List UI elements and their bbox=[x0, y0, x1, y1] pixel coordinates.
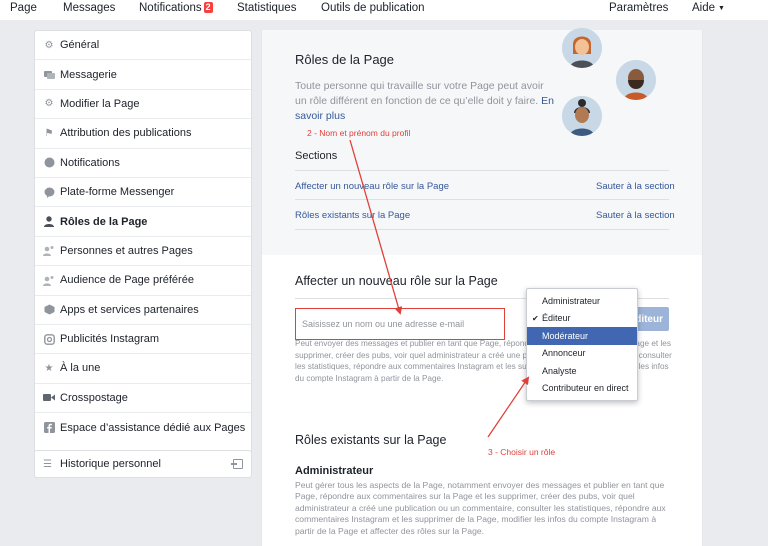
checkmark-icon: ✔ bbox=[532, 313, 539, 323]
facebook-icon bbox=[43, 422, 55, 434]
nav-notifications[interactable]: Notifications 2 bbox=[139, 2, 213, 14]
sidebar-item-label: À la une bbox=[60, 362, 101, 375]
role-option-label: Contributeur en direct bbox=[542, 383, 629, 394]
page-roles-title: Rôles de la Page bbox=[295, 52, 395, 67]
sidebar-item-label: Messagerie bbox=[60, 68, 117, 81]
sidebar-item-label: Personnes et autres Pages bbox=[60, 244, 193, 257]
notifications-badge: 2 bbox=[203, 2, 213, 13]
chevron-down-icon: ▼ bbox=[718, 5, 725, 12]
messenger-icon bbox=[43, 186, 55, 198]
nav-help[interactable]: Aide ▼ bbox=[692, 2, 725, 14]
sidebar-item-label: Publicités Instagram bbox=[60, 333, 160, 346]
sidebar-item-label: Modifier la Page bbox=[60, 97, 140, 110]
sidebar-item-label: Crosspostage bbox=[60, 391, 128, 404]
role-option-label: Administrateur bbox=[542, 295, 601, 306]
gear-icon: ⚙ bbox=[44, 39, 54, 51]
sidebar-item-featured[interactable]: ★ À la une bbox=[35, 354, 251, 384]
input-placeholder: Saisissez un nom ou une adresse e-mail bbox=[302, 319, 465, 329]
star-icon: ★ bbox=[44, 362, 54, 374]
globe-icon bbox=[43, 157, 55, 169]
person-icon bbox=[43, 216, 55, 228]
people-icon bbox=[43, 245, 55, 257]
jump-to-section-link[interactable]: Sauter à la section bbox=[596, 181, 675, 192]
cube-icon bbox=[43, 304, 55, 316]
top-navigation: Page Messages Notifications 2 Statistique… bbox=[0, 0, 768, 20]
sidebar-item-page-roles[interactable]: Rôles de la Page bbox=[35, 207, 251, 237]
role-dropdown-menu: Administrateur ✔ Éditeur Modérateur Annon… bbox=[526, 288, 638, 401]
jump-to-section-link[interactable]: Sauter à la section bbox=[596, 210, 675, 221]
sidebar-item-messaging[interactable]: Messagerie bbox=[35, 60, 251, 90]
sidebar-item-preferred-audience[interactable]: Audience de Page préférée bbox=[35, 266, 251, 296]
sidebar-item-label: Plate-forme Messenger bbox=[60, 186, 175, 199]
avatar-bearded-man bbox=[616, 60, 656, 100]
role-option-label: Modérateur bbox=[542, 330, 589, 341]
description-text: Toute personne qui travaille sur votre P… bbox=[295, 80, 544, 107]
role-option-label: Éditeur bbox=[542, 313, 571, 324]
sidebar-item-label: Espace d’assistance dédié aux Pages bbox=[60, 421, 246, 434]
divider bbox=[295, 229, 669, 230]
role-option-moderateur[interactable]: Modérateur bbox=[527, 327, 637, 345]
sidebar-item-partner-apps[interactable]: Apps et services partenaires bbox=[35, 296, 251, 325]
section-link-existing-roles[interactable]: Rôles existants sur la Page bbox=[295, 210, 410, 221]
sidebar-item-support-inbox[interactable]: Espace d’assistance dédié aux Pages bbox=[35, 413, 251, 442]
sidebar-item-edit-page[interactable]: ⚙ Modifier la Page bbox=[35, 90, 251, 120]
list-icon: ☰ bbox=[43, 458, 52, 470]
nav-messages[interactable]: Messages bbox=[63, 2, 115, 14]
role-option-label: Analyste bbox=[542, 365, 577, 376]
existing-roles-title: Rôles existants sur la Page bbox=[295, 433, 447, 447]
sidebar-item-activity-log[interactable]: ☰ Historique personnel bbox=[34, 450, 252, 478]
annotation-step-3: 3 - Choisir un rôle bbox=[488, 447, 556, 457]
sidebar-item-label: Rôles de la Page bbox=[60, 215, 148, 228]
role-option-label: Annonceur bbox=[542, 348, 586, 359]
sidebar-item-label: Général bbox=[60, 39, 100, 52]
sections-label: Sections bbox=[295, 150, 338, 162]
sidebar-item-general[interactable]: ⚙ Général bbox=[35, 31, 251, 61]
sidebar-item-messenger-platform[interactable]: Plate-forme Messenger bbox=[35, 178, 251, 208]
avatar-woman-red-hair bbox=[562, 28, 602, 68]
sidebar-item-label: Notifications bbox=[60, 156, 120, 169]
page-roles-description: Toute personne qui travaille sur votre P… bbox=[295, 79, 555, 124]
name-or-email-input[interactable]: Saisissez un nom ou une adresse e-mail bbox=[295, 308, 505, 340]
sidebar-item-label: Apps et services partenaires bbox=[60, 303, 199, 316]
sidebar-item-label: Attribution des publications bbox=[60, 127, 192, 140]
sidebar-item-crossposting[interactable]: Crosspostage bbox=[35, 384, 251, 414]
role-option-annonceur[interactable]: Annonceur bbox=[527, 345, 637, 363]
exit-icon bbox=[231, 459, 243, 469]
flag-icon: ⚑ bbox=[44, 127, 54, 139]
sidebar-item-notifications[interactable]: Notifications bbox=[35, 149, 251, 178]
role-option-contributeur-en-direct[interactable]: Contributeur en direct bbox=[527, 380, 637, 398]
gear-icon: ⚙ bbox=[44, 98, 54, 110]
settings-sidebar: ⚙ Général Messagerie ⚙ Modifier la Page ⚑ A… bbox=[34, 30, 252, 478]
section-link-assign-role[interactable]: Affecter un nouveau rôle sur la Page bbox=[295, 181, 449, 192]
chat-icon bbox=[43, 69, 55, 81]
sidebar-item-post-attribution[interactable]: ⚑ Attribution des publications bbox=[35, 119, 251, 149]
nav-page[interactable]: Page bbox=[10, 2, 37, 14]
nav-publishing-tools[interactable]: Outils de publication bbox=[321, 2, 425, 14]
sidebar-item-label: Audience de Page préférée bbox=[60, 274, 194, 287]
admin-description: Peut gérer tous les aspects de la Page, … bbox=[295, 480, 666, 536]
role-option-administrateur[interactable]: Administrateur bbox=[527, 292, 637, 310]
nav-notifications-label: Notifications bbox=[139, 2, 202, 14]
admin-heading: Administrateur bbox=[295, 465, 374, 477]
nav-statistics[interactable]: Statistiques bbox=[237, 2, 296, 14]
nav-help-label: Aide bbox=[692, 2, 716, 14]
sidebar-item-label: Historique personnel bbox=[60, 458, 161, 470]
annotation-step-2: 2 - Nom et prénom du profil bbox=[307, 128, 411, 138]
divider bbox=[295, 170, 669, 171]
avatar-woman-bun bbox=[562, 96, 602, 136]
sidebar-item-people-and-pages[interactable]: Personnes et autres Pages bbox=[35, 237, 251, 267]
role-option-editeur[interactable]: ✔ Éditeur bbox=[527, 310, 637, 328]
nav-settings[interactable]: Paramètres bbox=[609, 2, 668, 14]
video-icon bbox=[43, 392, 55, 404]
sidebar-item-instagram-ads[interactable]: Publicités Instagram bbox=[35, 325, 251, 355]
role-option-analyste[interactable]: Analyste bbox=[527, 362, 637, 380]
assign-role-title: Affecter un nouveau rôle sur la Page bbox=[295, 274, 498, 288]
people-icon bbox=[43, 274, 55, 286]
instagram-icon bbox=[43, 333, 55, 345]
divider bbox=[295, 199, 669, 200]
